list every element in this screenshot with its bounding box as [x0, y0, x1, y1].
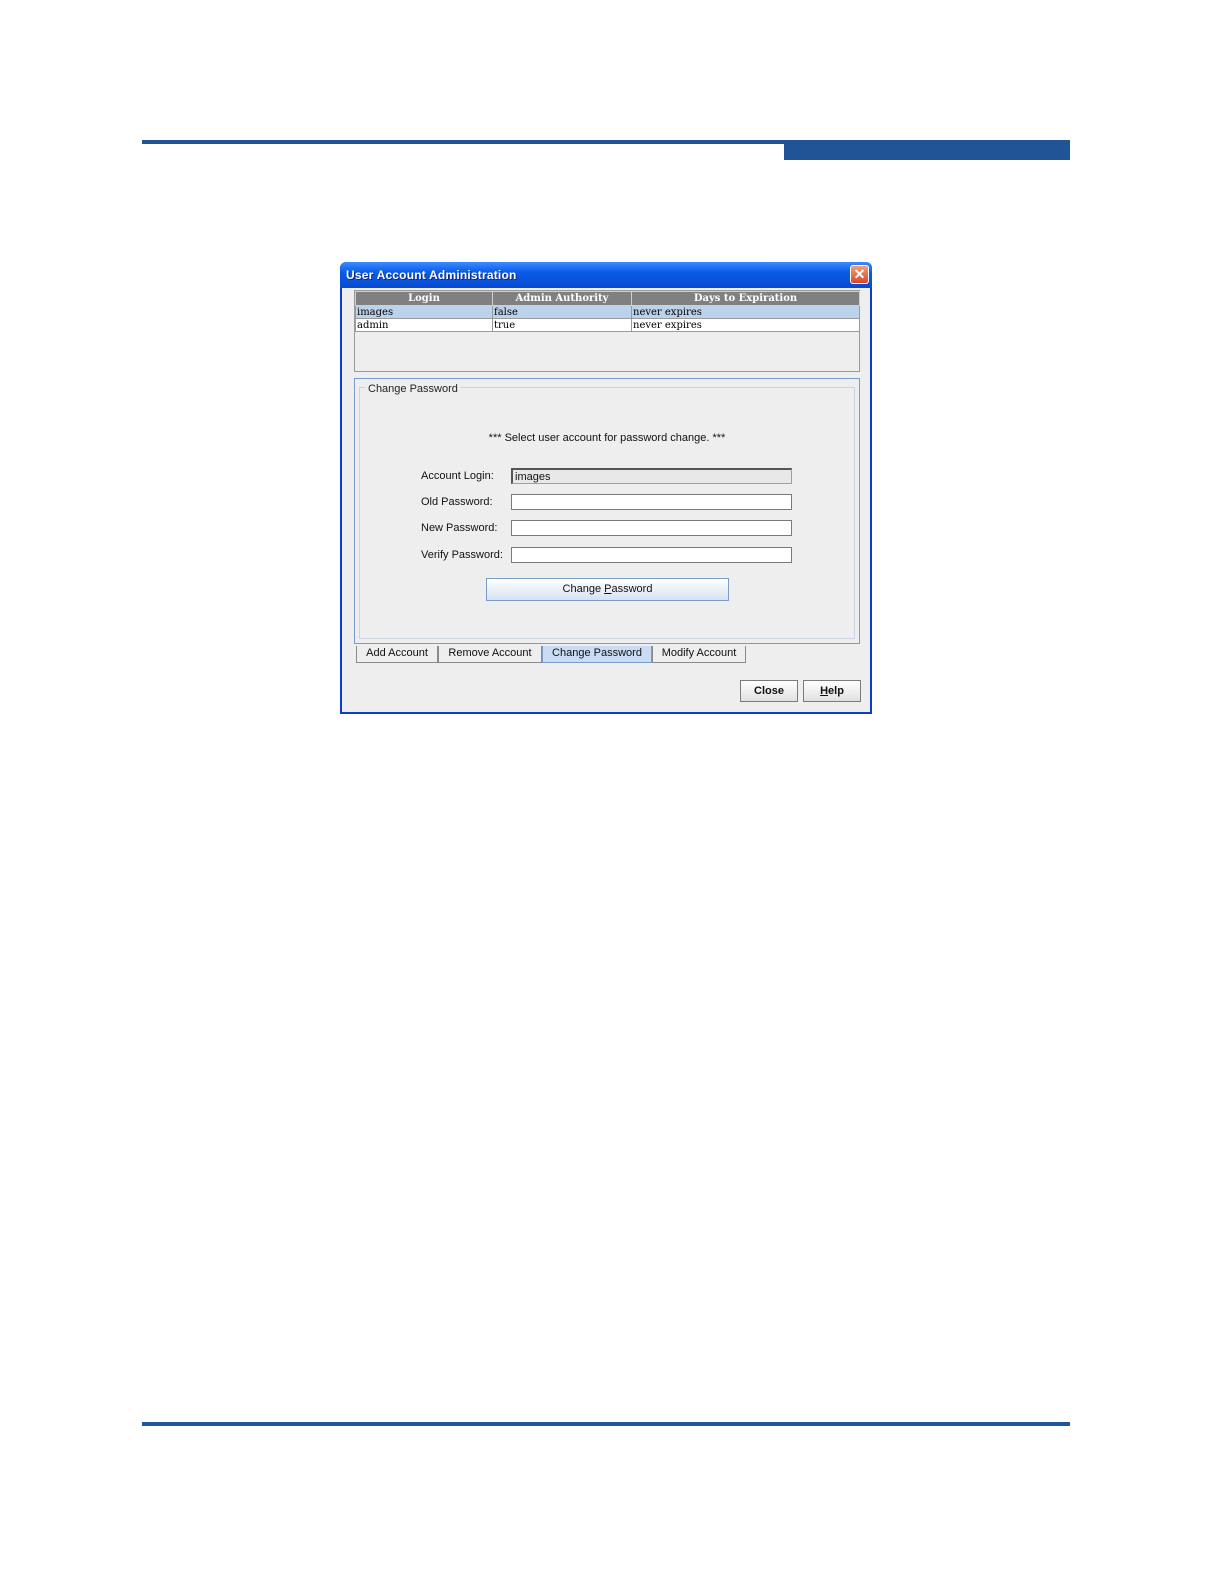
instruction-text: *** Select user account for password cha… [488, 432, 726, 444]
header-rule-block [784, 140, 1070, 160]
close-icon[interactable]: ✕ [850, 265, 869, 284]
change-password-button[interactable]: Change Password [486, 578, 729, 601]
tab-remove-account[interactable]: Remove Account [438, 646, 542, 663]
account-login-label: Account Login: [421, 470, 494, 482]
column-header-admin-authority[interactable]: Admin Authority [492, 291, 632, 306]
tab-modify-account[interactable]: Modify Account [652, 646, 746, 663]
tab-change-password[interactable]: Change Password [542, 646, 652, 663]
column-header-days-to-expiration[interactable]: Days to Expiration [631, 291, 860, 306]
help-button[interactable]: Help [803, 680, 861, 702]
button-label-post: assword [611, 583, 653, 595]
titlebar[interactable]: User Account Administration ✕ [340, 262, 872, 288]
window-title: User Account Administration [346, 268, 517, 282]
old-password-label: Old Password: [421, 496, 493, 508]
footer-rule [142, 1422, 1070, 1426]
cell-days-to-expiration: never expires [631, 318, 860, 332]
accounts-table-pane: Login Admin Authority Days to Expiration… [354, 290, 860, 372]
table-row[interactable]: admin true never expires [355, 318, 860, 332]
cell-admin-authority: true [492, 318, 632, 332]
column-header-login[interactable]: Login [355, 291, 493, 306]
dialog-client: Login Admin Authority Days to Expiration… [342, 288, 870, 712]
user-account-admin-dialog: User Account Administration ✕ Login Admi… [340, 262, 872, 714]
new-password-label: New Password: [421, 522, 498, 534]
accounts-table: Login Admin Authority Days to Expiration… [355, 291, 860, 332]
account-login-field: images [511, 468, 792, 484]
close-button[interactable]: Close [740, 680, 798, 702]
table-header-row: Login Admin Authority Days to Expiration [355, 291, 860, 306]
tab-add-account[interactable]: Add Account [356, 646, 438, 663]
change-password-panel: Change Password *** Select user account … [354, 378, 860, 644]
cell-login: images [355, 305, 493, 319]
button-mnemonic: H [820, 685, 829, 697]
group-title: Change Password [366, 383, 460, 395]
cell-admin-authority: false [492, 305, 632, 319]
change-password-group: Change Password *** Select user account … [359, 383, 855, 639]
cell-days-to-expiration: never expires [631, 305, 860, 319]
cell-login: admin [355, 318, 493, 332]
old-password-field[interactable] [511, 494, 792, 510]
table-row[interactable]: images false never expires [355, 305, 860, 319]
verify-password-label: Verify Password: [421, 549, 503, 561]
new-password-field[interactable] [511, 520, 792, 536]
button-label-pre: Change [562, 583, 605, 595]
verify-password-field[interactable] [511, 547, 792, 563]
button-label: elp [828, 685, 844, 697]
